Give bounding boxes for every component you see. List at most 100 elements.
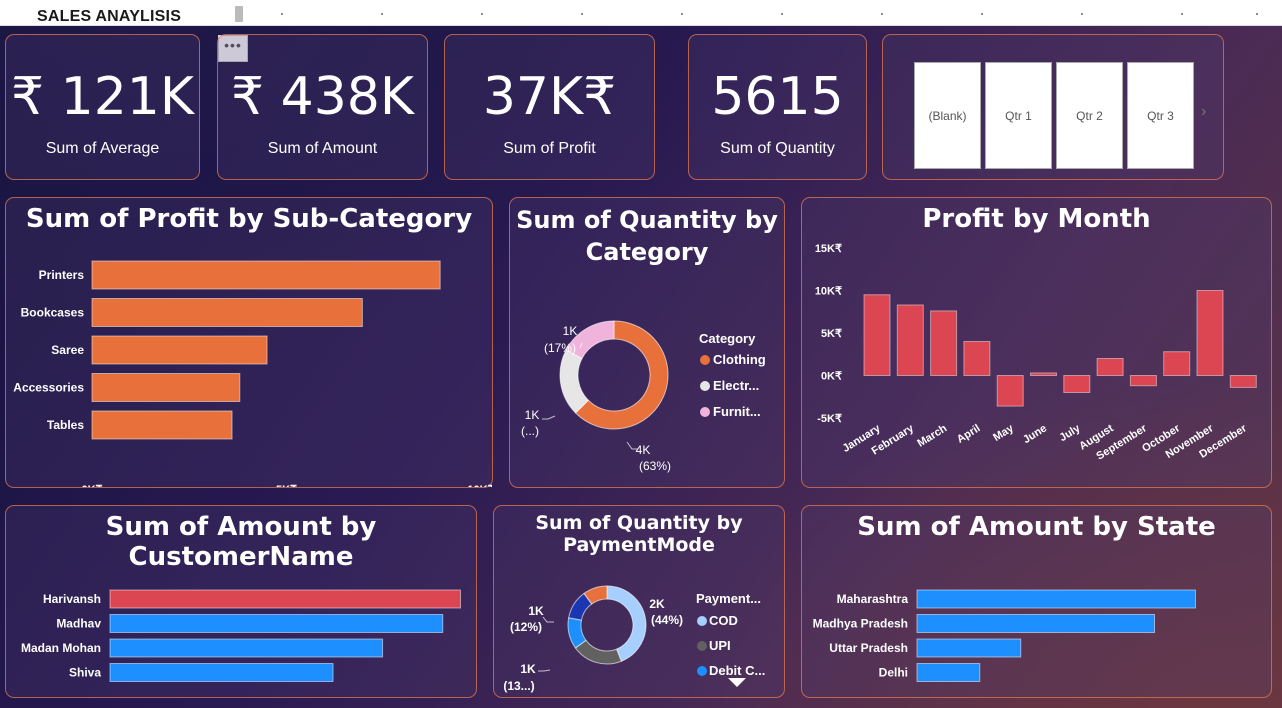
quantity-by-paymentmode-card: Sum of Quantity by PaymentMode 2K (44%) 1K… bbox=[493, 505, 785, 698]
data-label: (...) bbox=[521, 424, 539, 438]
grid-dot bbox=[1081, 13, 1083, 15]
title-bar: SALES ANAYLISIS bbox=[0, 0, 1282, 26]
data-label: 1K bbox=[528, 604, 544, 618]
slicer-item-qtr2[interactable]: Qtr 2 bbox=[1056, 62, 1123, 169]
tick-label: 5K₹ bbox=[276, 484, 297, 487]
bar bbox=[109, 589, 461, 609]
category-label: Harivansh bbox=[43, 592, 101, 606]
profit-by-month-card: Profit by Month 15K₹ 10K₹ 5K₹ 0K₹ -5K₹ Januar… bbox=[801, 197, 1272, 488]
bar bbox=[1163, 351, 1191, 376]
kpi-card-average[interactable]: ₹ 121K Sum of Average bbox=[5, 34, 200, 180]
data-label: (44%) bbox=[651, 613, 683, 627]
legend-title: Payment... bbox=[696, 591, 761, 606]
scroll-down-icon[interactable] bbox=[728, 678, 746, 687]
grid-dot bbox=[381, 13, 383, 15]
month-label: April bbox=[955, 422, 983, 445]
bar bbox=[863, 294, 891, 376]
grid-dot bbox=[481, 13, 483, 15]
bar bbox=[109, 663, 334, 682]
legend-title: Category bbox=[699, 331, 756, 346]
data-label: 1K bbox=[520, 662, 536, 676]
category-label: Bookcases bbox=[21, 306, 85, 320]
grid-dot bbox=[1256, 13, 1258, 15]
bar bbox=[916, 663, 981, 682]
bar bbox=[896, 304, 924, 376]
legend-marker bbox=[697, 666, 707, 676]
grid-dot bbox=[581, 13, 583, 15]
bar bbox=[916, 614, 1156, 633]
bar bbox=[996, 375, 1024, 407]
tick-label: 0K₹ bbox=[821, 371, 842, 383]
grid-dot bbox=[781, 13, 783, 15]
data-label: 4K bbox=[636, 443, 651, 457]
category-label: Maharashtra bbox=[837, 592, 909, 606]
slicer-item-qtr3[interactable]: Qtr 3 bbox=[1127, 62, 1194, 169]
amount-by-state-card: Sum of Amount by State Maharashtra Madhya… bbox=[801, 505, 1272, 698]
legend-label: UPI bbox=[709, 638, 731, 653]
category-label: Printers bbox=[39, 268, 85, 282]
legend-marker bbox=[700, 407, 710, 417]
bar bbox=[1229, 375, 1257, 388]
category-label: Saree bbox=[51, 343, 84, 357]
data-label: 1K bbox=[525, 408, 540, 422]
kpi-card-quantity[interactable]: 5615 Sum of Quantity bbox=[688, 34, 867, 180]
bar bbox=[1030, 372, 1057, 376]
kpi-card-profit[interactable]: 37K₹ Sum of Profit bbox=[444, 34, 655, 180]
bar bbox=[1196, 290, 1224, 376]
bar bbox=[91, 298, 363, 327]
tick-label: 10K₹ bbox=[467, 484, 492, 487]
category-label: Delhi bbox=[879, 666, 908, 680]
profit-by-subcategory-card: Sum of Profit by Sub-Category Printers Bo… bbox=[5, 197, 493, 488]
legend-label: Clothing bbox=[713, 352, 766, 367]
amount-customer-chart: HarivanshMadhavMadan MohanShiva₹ 0K₹ 5K₹… bbox=[21, 589, 461, 682]
kpi-label: Sum of Quantity bbox=[720, 140, 835, 157]
bar bbox=[916, 589, 1196, 609]
data-label: (12%) bbox=[510, 620, 542, 634]
bar bbox=[91, 373, 241, 402]
kpi-label: Sum of Amount bbox=[267, 140, 378, 157]
tick-label: 10K₹ bbox=[815, 286, 842, 298]
bar bbox=[91, 335, 268, 365]
grid-dot bbox=[981, 13, 983, 15]
bar bbox=[91, 260, 441, 290]
kpi-label: Sum of Average bbox=[45, 140, 160, 157]
legend-label: Furnit... bbox=[713, 404, 761, 419]
leader-line bbox=[542, 616, 554, 623]
data-label: 1K bbox=[563, 324, 578, 338]
category-label: Madhya Pradesh bbox=[813, 617, 908, 631]
legend-marker bbox=[700, 381, 710, 391]
category-label: Uttar Pradesh bbox=[829, 641, 908, 655]
tick-label: 5K₹ bbox=[821, 328, 842, 340]
slicer-item-blank[interactable]: (Blank) bbox=[914, 62, 981, 169]
donut-slice bbox=[574, 639, 623, 665]
kpi-value: 5615 bbox=[711, 67, 844, 127]
bar bbox=[1129, 375, 1157, 387]
category-label: Madan Mohan bbox=[21, 641, 101, 655]
tick-label: 0K₹ bbox=[81, 484, 102, 487]
legend-label: Debit C... bbox=[709, 663, 765, 678]
chevron-right-icon[interactable]: › bbox=[1201, 103, 1206, 121]
data-label: (63%) bbox=[639, 459, 671, 473]
leader-line bbox=[538, 669, 551, 672]
legend-marker bbox=[697, 616, 707, 626]
legend-marker bbox=[697, 641, 707, 651]
kpi-value: ₹ 438K bbox=[231, 67, 414, 127]
slicer-item-qtr1[interactable]: Qtr 1 bbox=[985, 62, 1052, 169]
report-canvas: ₹ 121K Sum of Average ••• ₹ 438K Sum of … bbox=[0, 26, 1282, 708]
data-label: (17%) bbox=[544, 341, 576, 355]
profit-subcategory-chart: Printers Bookcases Saree Accessories Tables 0… bbox=[13, 260, 492, 487]
bar bbox=[916, 638, 1022, 658]
title-scrollbar[interactable] bbox=[235, 6, 243, 22]
bar bbox=[1096, 358, 1124, 376]
grid-dot bbox=[281, 13, 283, 15]
legend-marker bbox=[700, 355, 710, 365]
bar bbox=[109, 638, 384, 658]
category-label: Shiva bbox=[69, 666, 101, 680]
month-label: June bbox=[1021, 422, 1049, 446]
page-title: SALES ANAYLISIS bbox=[37, 8, 182, 25]
amount-by-customer-card: Sum of Amount by CustomerName Harivansh M… bbox=[5, 505, 477, 698]
kpi-card-amount[interactable]: ₹ 438K Sum of Amount bbox=[217, 34, 428, 180]
quantity-paymentmode-donut: 2K(44%)1K (21%)1K(13...)1K(12%)Payment..… bbox=[503, 585, 765, 693]
data-label: 2K bbox=[649, 597, 665, 611]
kpi-value: ₹ 121K bbox=[11, 67, 194, 127]
